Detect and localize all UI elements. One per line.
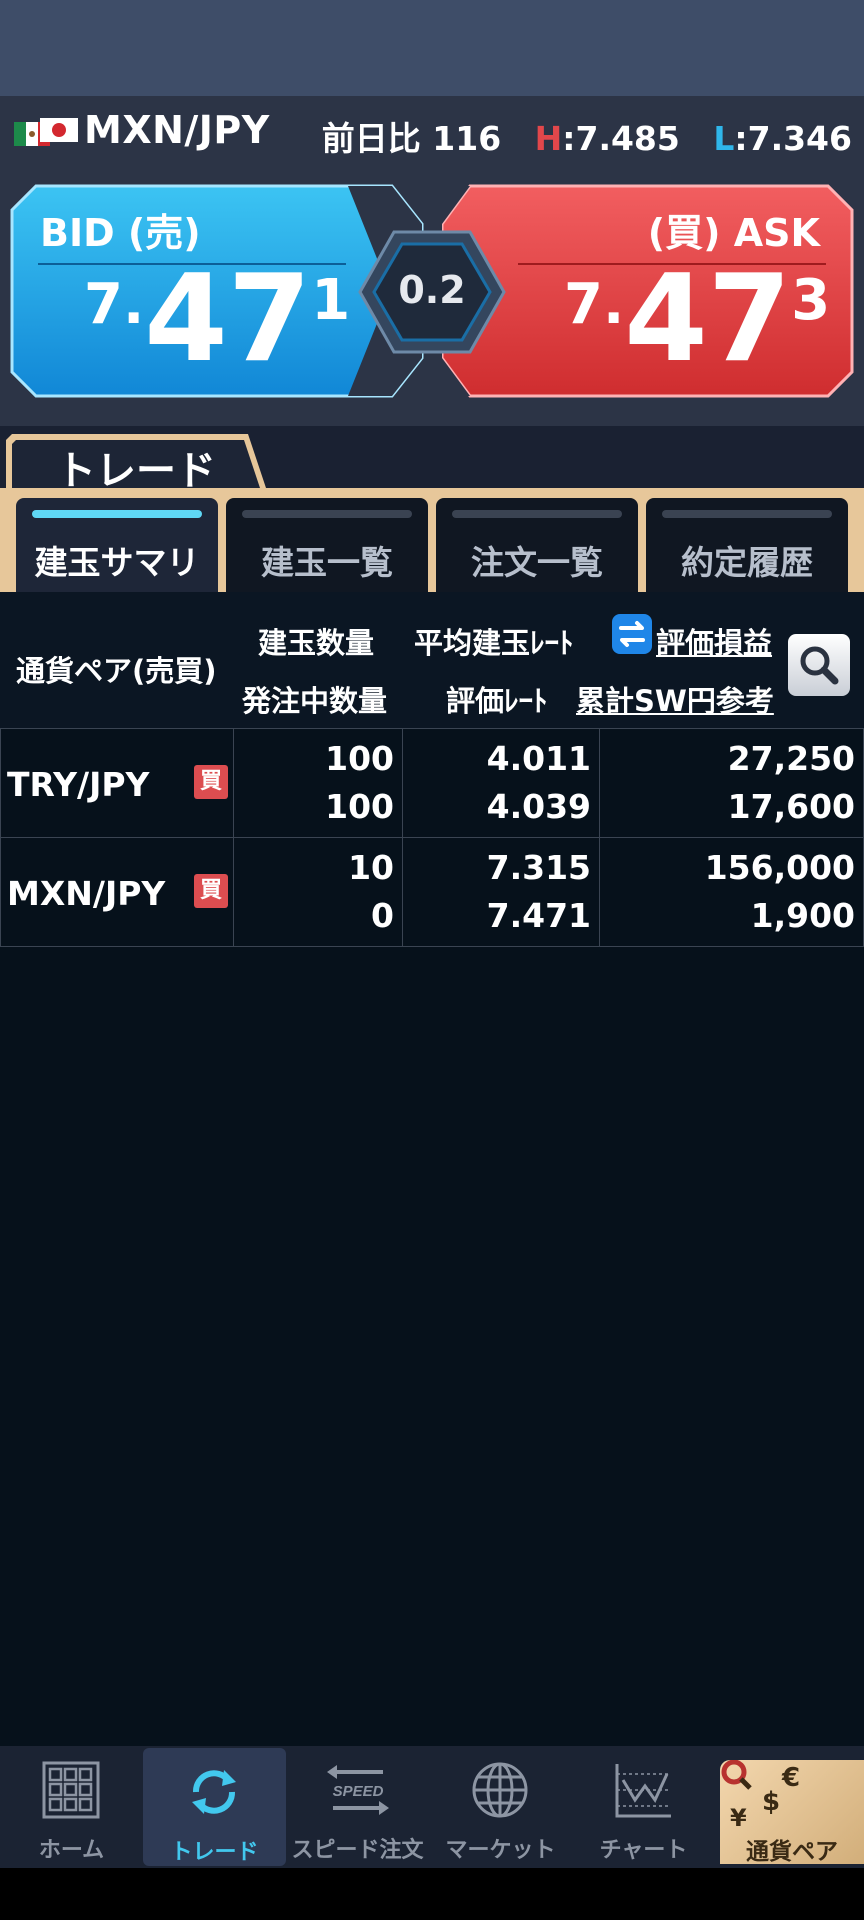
search-icon [800,646,839,685]
row-valuation-rate: 7.471 [486,896,591,935]
tab-order-list[interactable]: 注文一覧 [436,498,638,592]
nav-chart-label: チャート [599,1838,688,1863]
row-pair: TRY/JPY [7,765,150,804]
swap-icon[interactable] [612,614,652,654]
status-bar [0,0,864,96]
day-change-summary: 前日比 116 H:7.485 L:7.346 [322,112,852,160]
currency-icon: € $ ¥ [721,1759,800,1832]
row-valuation-rate: 4.039 [486,787,591,826]
svg-text:¥: ¥ [730,1804,747,1830]
nav-home-label: ホーム [38,1838,105,1863]
globe-icon [472,1762,528,1818]
row-valuation-pl: 156,000 [704,848,855,887]
day-change-label: 前日比 [321,119,421,158]
column-pending-qty: 発注中数量 [242,684,388,718]
positions-table: TRY/JPY 買 100 100 4.011 4.039 27,250 17,… [0,728,864,947]
column-valuation-rate: 評価ﾚｰﾄ [446,684,548,718]
table-row[interactable]: TRY/JPY 買 100 100 4.011 4.039 27,250 17,… [0,728,864,838]
svg-text:€: € [781,1763,800,1793]
search-button[interactable] [788,634,850,696]
row-avg-rate: 4.011 [486,739,591,778]
system-nav-bar [0,1868,864,1920]
row-position-qty: 10 [348,848,394,887]
column-avg-rate: 平均建玉ﾚｰﾄ [414,626,574,660]
nav-market[interactable]: マーケット [429,1746,572,1868]
row-pending-qty: 100 [325,787,394,826]
nav-market-label: マーケット [445,1838,556,1863]
spread-indicator: 0.2 [358,230,506,354]
spread-value: 0.2 [398,268,466,312]
column-position-qty: 建玉数量 [258,626,375,660]
high-value: :7.485 [562,119,680,158]
row-swap-total: 17,600 [727,787,855,826]
row-position-qty: 100 [325,739,394,778]
chart-icon [615,1764,671,1818]
active-tab-indicator [32,510,202,518]
svg-text:$: $ [762,1787,780,1817]
day-change-value: 116 [432,119,502,158]
ask-label: (買) ASK [647,211,820,255]
low-value: :7.346 [734,119,852,158]
column-swap-total[interactable]: 累計SW円参考 [576,678,774,720]
low-letter: L [713,119,735,158]
refresh-icon [192,1770,236,1814]
buy-badge: 買 [194,765,228,799]
row-valuation-pl: 27,250 [727,739,855,778]
high-letter: H [534,119,563,158]
tab-execution-history[interactable]: 約定履歴 [646,498,848,592]
nav-speed-order-label: スピード注文 [291,1838,424,1863]
currency-flags-icon [14,118,78,146]
bid-price: 7.471 [84,250,351,389]
row-pair: MXN/JPY [7,874,166,913]
bid-label: BID (売) [40,211,201,255]
nav-currency-pair[interactable]: € $ ¥ 通貨ペア [720,1759,864,1865]
nav-trade[interactable]: トレード [143,1748,286,1866]
svg-text:SPEED: SPEED [333,1783,384,1800]
grid-icon [42,1761,100,1819]
nav-currency-pair-label: 通貨ペア [746,1839,838,1865]
nav-home[interactable]: ホーム [0,1746,143,1868]
nav-chart[interactable]: チャート [572,1746,715,1868]
row-swap-total: 1,900 [750,896,855,935]
nav-speed-order[interactable]: SPEED スピード注文 [286,1746,429,1868]
section-tab-trade[interactable]: トレード [4,432,266,494]
ask-price: 7.473 [564,250,831,389]
column-pair-side: 通貨ペア(売買) [16,654,217,688]
pair-title[interactable]: MXN/JPY [84,108,270,152]
tab-position-list[interactable]: 建玉一覧 [226,498,428,592]
nav-trade-label: トレード [170,1840,259,1865]
column-valuation-pl[interactable]: 評価損益 [656,620,772,662]
buy-badge: 買 [194,874,228,908]
speed-icon: SPEED [327,1765,389,1815]
row-pending-qty: 0 [371,896,394,935]
tab-position-summary[interactable]: 建玉サマリ [16,498,218,592]
table-row[interactable]: MXN/JPY 買 10 0 7.315 7.471 156,000 1,900 [0,837,864,947]
japan-flag-icon [40,118,78,142]
row-avg-rate: 7.315 [486,848,591,887]
